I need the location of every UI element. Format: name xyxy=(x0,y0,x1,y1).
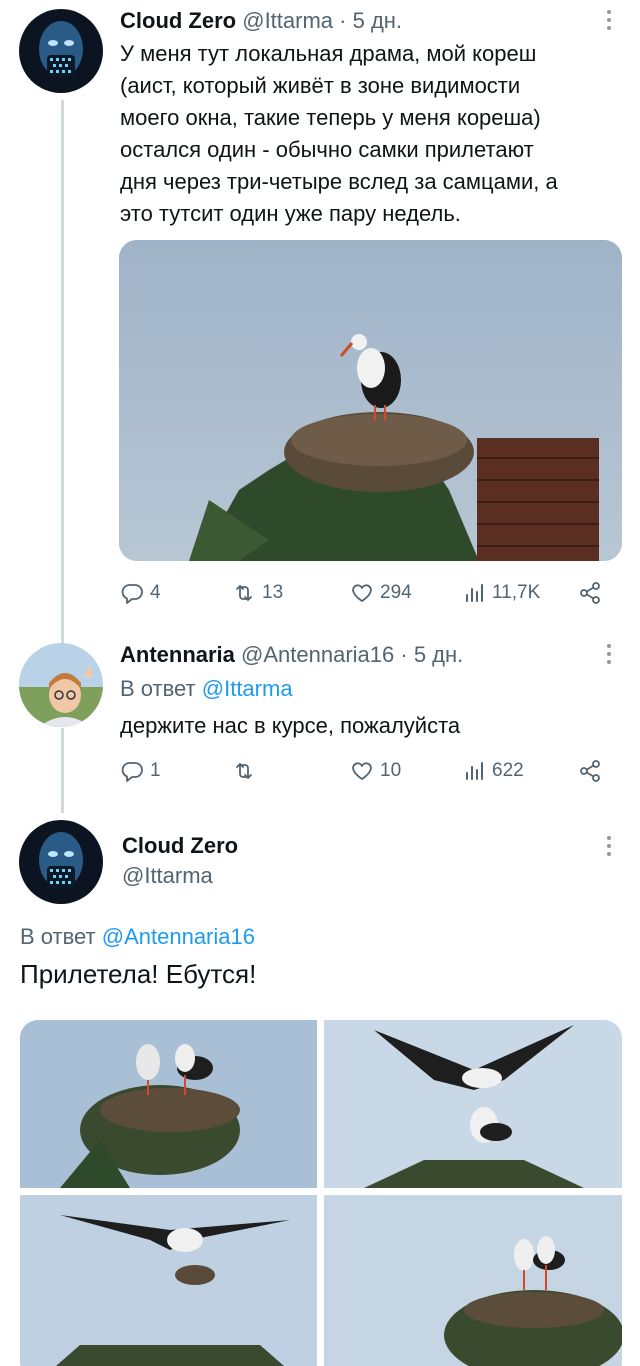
author-handle[interactable]: @Ittarma xyxy=(122,863,213,888)
like-count: 294 xyxy=(380,582,412,603)
retweet-count: 13 xyxy=(262,582,284,603)
storks-mating-photo xyxy=(20,1195,317,1366)
views-icon xyxy=(466,584,483,602)
views-count: 11,7K xyxy=(492,582,541,603)
retweet-button[interactable]: 13 xyxy=(232,578,283,608)
avatar[interactable] xyxy=(19,9,103,93)
author-name[interactable]: Antennaria xyxy=(120,642,235,667)
tweet-text: Прилетела! Ебутся! xyxy=(20,959,257,989)
reply-mention-link[interactable]: @Antennaria16 xyxy=(102,924,255,949)
tweet-text-line: это тутсит один уже пару недель. xyxy=(120,201,461,226)
share-button[interactable] xyxy=(578,756,602,786)
tweet-text: У меня тут локальная драма, мой кореш (а… xyxy=(120,38,620,230)
reply-icon xyxy=(121,584,143,604)
tweet-photo[interactable] xyxy=(119,240,622,561)
thread-line xyxy=(61,728,64,813)
reply-mention-link[interactable]: @Ittarma xyxy=(202,676,293,701)
avatar[interactable] xyxy=(19,820,103,904)
storks-flying-photo xyxy=(324,1020,622,1188)
tweet-text-line: остался один - обычно самки прилетают xyxy=(120,137,534,162)
photo-2[interactable] xyxy=(324,1020,622,1188)
tweet-header: Antennaria @Antennaria16 · 5 дн. xyxy=(120,642,463,668)
avatar-image xyxy=(19,9,103,93)
author-name[interactable]: Cloud Zero xyxy=(122,833,238,858)
views-button[interactable]: 622 xyxy=(462,756,524,786)
like-button[interactable]: 294 xyxy=(350,578,412,608)
reply-prefix: В ответ xyxy=(20,924,96,949)
photo-1[interactable] xyxy=(20,1020,317,1188)
photo-grid xyxy=(20,1020,622,1366)
tweet-text-line: (аист, который живёт в зоне видимости xyxy=(120,73,521,98)
reply-context: В ответ @Ittarma xyxy=(120,676,293,702)
reply-context: В ответ @Antennaria16 xyxy=(20,924,255,950)
retweet-icon xyxy=(236,585,252,601)
reply-button[interactable]: 4 xyxy=(120,578,161,608)
reply-prefix: В ответ xyxy=(120,676,196,701)
author-handle[interactable]: @Ittarma xyxy=(242,8,333,33)
timestamp[interactable]: · 5 дн. xyxy=(339,8,402,33)
more-icon[interactable] xyxy=(604,836,614,856)
storks-pair-photo xyxy=(20,1020,317,1188)
views-button[interactable]: 11,7K xyxy=(462,578,540,608)
photo-4[interactable] xyxy=(324,1195,622,1366)
tweet-text-line: У меня тут локальная драма, мой кореш xyxy=(120,41,537,66)
heart-icon xyxy=(352,762,372,780)
avatar-image xyxy=(19,820,103,904)
retweet-icon xyxy=(236,763,252,779)
reply-count: 1 xyxy=(150,760,161,781)
storks-on-nest-photo xyxy=(324,1195,622,1366)
share-icon xyxy=(580,760,600,782)
stork-nest-photo xyxy=(119,240,622,561)
tweet-text-line: моего окна, такие теперь у меня кореша) xyxy=(120,105,541,130)
more-icon[interactable] xyxy=(604,644,614,664)
author-handle[interactable]: @Antennaria16 xyxy=(241,642,394,667)
views-icon xyxy=(466,762,483,780)
more-icon[interactable] xyxy=(604,10,614,30)
retweet-button[interactable] xyxy=(232,756,262,786)
like-count: 10 xyxy=(380,760,402,781)
thread-line xyxy=(61,100,64,645)
author-handle-row: @Ittarma xyxy=(122,863,213,889)
tweet-header: Cloud Zero @Ittarma · 5 дн. xyxy=(120,8,402,34)
author-name[interactable]: Cloud Zero xyxy=(120,8,236,33)
share-icon xyxy=(580,582,600,604)
heart-icon xyxy=(352,584,372,602)
share-button[interactable] xyxy=(578,578,602,608)
tweet-text-line: дня через три-четыре вслед за самцами, а xyxy=(120,169,558,194)
timestamp[interactable]: · 5 дн. xyxy=(400,642,463,667)
reply-button[interactable]: 1 xyxy=(120,756,161,786)
tweet-text: держите нас в курсе, пожалуйста xyxy=(120,713,461,738)
views-count: 622 xyxy=(492,760,524,781)
like-button[interactable]: 10 xyxy=(350,756,401,786)
photo-3[interactable] xyxy=(20,1195,317,1366)
author-name-row: Cloud Zero xyxy=(122,833,238,859)
reply-icon xyxy=(121,762,143,782)
avatar-image xyxy=(19,643,103,727)
reply-count: 4 xyxy=(150,582,161,603)
avatar[interactable] xyxy=(19,643,103,727)
